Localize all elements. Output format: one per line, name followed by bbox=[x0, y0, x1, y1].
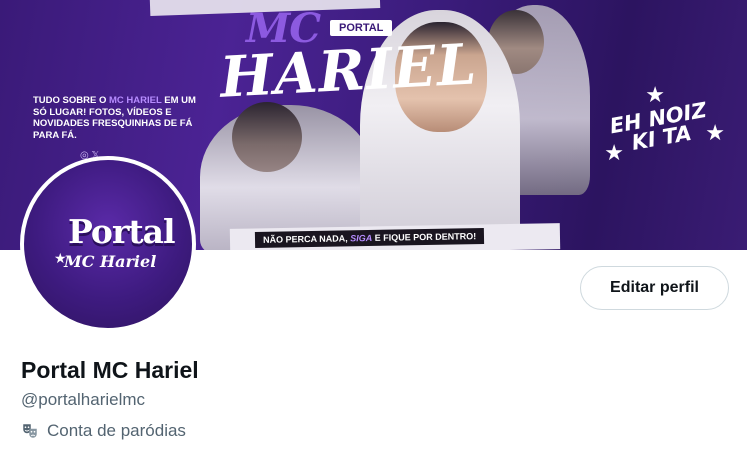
profile-display-name: Portal MC Hariel bbox=[21, 357, 199, 383]
banner-figure-left-head bbox=[232, 102, 302, 172]
theater-masks-icon bbox=[23, 424, 37, 438]
banner-slogan: EH NOIZ KI TA bbox=[608, 97, 709, 155]
parody-label: Conta de paródias bbox=[47, 421, 186, 440]
avatar-logo-portal: Portal bbox=[68, 212, 175, 251]
star-icon: ★ bbox=[645, 82, 665, 107]
profile-handle: @portalharielmc bbox=[21, 390, 146, 409]
edit-profile-button[interactable]: Editar perfil bbox=[580, 266, 729, 310]
avatar-logo-subtitle: MC Hariel bbox=[64, 252, 157, 271]
banner-title-hariel: HARIEL bbox=[218, 31, 479, 111]
profile-avatar[interactable]: Portal ★ MC Hariel bbox=[20, 156, 196, 332]
banner-about-text: TUDO SOBRE O MC HARIEL EM UM SÓ LUGAR! F… bbox=[33, 95, 196, 141]
parody-label-row: Conta de paródias bbox=[21, 421, 186, 441]
banner-portal-tag: PORTAL bbox=[330, 20, 393, 36]
